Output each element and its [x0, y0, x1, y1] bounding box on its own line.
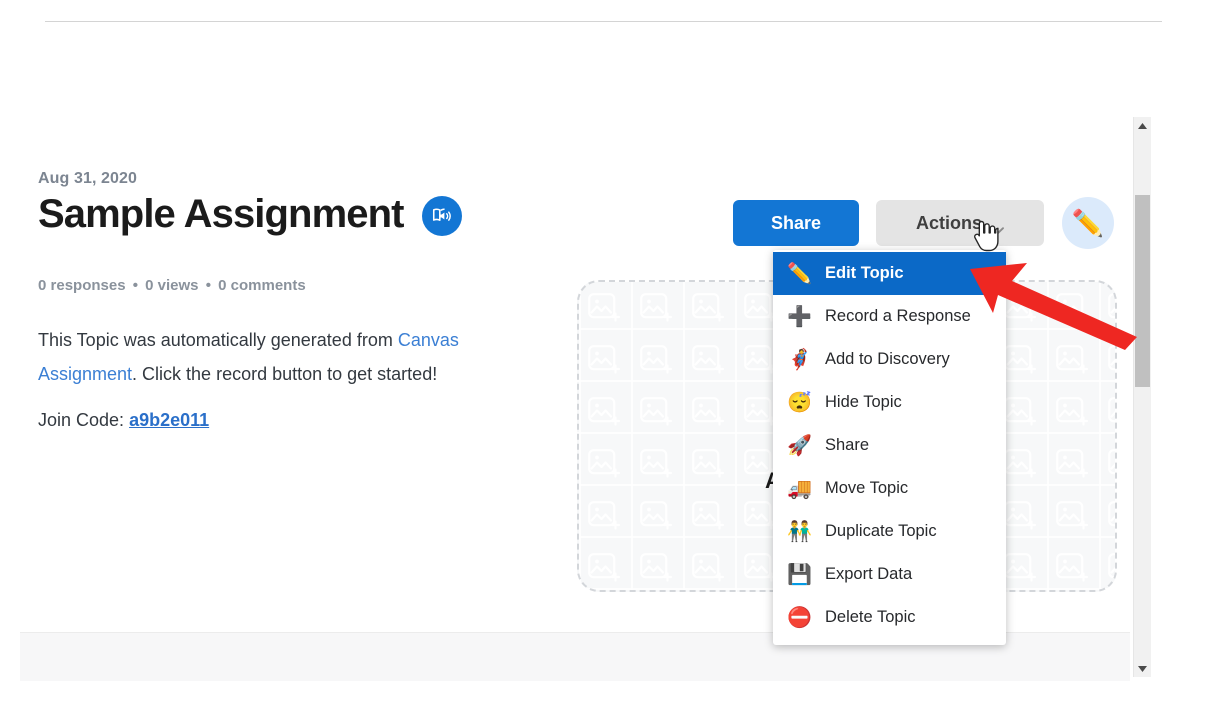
add-image-icon: [631, 542, 683, 590]
add-image-icon: [683, 542, 735, 590]
pencil-icon: ✏️: [787, 262, 812, 285]
plus-circle-icon: ➕: [787, 305, 812, 328]
menu-item-label: Share: [825, 436, 870, 454]
floppy-disk-icon: 💾: [787, 563, 812, 586]
scroll-down-arrow-icon[interactable]: [1134, 660, 1151, 677]
add-image-icon: [1099, 542, 1115, 590]
edit-fab-button[interactable]: ✏️: [1062, 197, 1114, 249]
menu-item-edit-topic[interactable]: ✏️ Edit Topic: [773, 252, 1006, 295]
add-image-icon: [631, 438, 683, 490]
add-image-icon: [1099, 438, 1115, 490]
description-text-before: This Topic was automatically generated f…: [38, 330, 398, 350]
no-entry-icon: ⛔: [787, 606, 812, 629]
add-image-icon: [683, 386, 735, 438]
menu-item-add-to-discovery[interactable]: 🦸 Add to Discovery: [773, 338, 1006, 381]
add-image-icon: [1047, 334, 1099, 386]
menu-item-delete-topic[interactable]: ⛔ Delete Topic: [773, 596, 1006, 639]
pencil-icon: ✏️: [1071, 208, 1105, 238]
add-image-icon: [579, 542, 631, 590]
add-image-icon: [579, 282, 631, 334]
add-image-icon: [683, 334, 735, 386]
title-row: Sample Assignment: [38, 192, 462, 236]
stat-views: 0 views: [145, 277, 199, 294]
menu-item-duplicate-topic[interactable]: 👬 Duplicate Topic: [773, 510, 1006, 553]
actions-dropdown-menu[interactable]: ✏️ Edit Topic ➕ Record a Response 🦸 Add …: [773, 250, 1006, 645]
menu-item-record-a-response[interactable]: ➕ Record a Response: [773, 295, 1006, 338]
add-image-icon: [1099, 490, 1115, 542]
menu-item-label: Delete Topic: [825, 608, 916, 626]
vertical-scrollbar[interactable]: [1133, 117, 1151, 677]
two-people-icon: 👬: [787, 520, 812, 543]
topic-description: This Topic was automatically generated f…: [38, 323, 518, 391]
add-image-icon: [1047, 542, 1099, 590]
add-image-icon: [579, 490, 631, 542]
superhero-icon: 🦸: [787, 348, 812, 371]
menu-item-label: Move Topic: [825, 479, 909, 497]
add-image-icon: [1047, 386, 1099, 438]
menu-item-export-data[interactable]: 💾 Export Data: [773, 553, 1006, 596]
add-image-icon: [683, 282, 735, 334]
add-image-icon: [1099, 282, 1115, 334]
menu-item-label: Export Data: [825, 565, 913, 583]
actions-button[interactable]: Actions: [876, 200, 1044, 246]
scroll-up-arrow-icon[interactable]: [1134, 117, 1151, 134]
topic-stats: 0 responses • 0 views • 0 comments: [38, 277, 306, 294]
add-image-icon: [1047, 490, 1099, 542]
truck-icon: 🚚: [787, 477, 812, 500]
add-image-icon: [1099, 386, 1115, 438]
add-image-icon: [631, 334, 683, 386]
top-divider: [45, 21, 1162, 22]
add-image-icon: [683, 490, 735, 542]
add-image-icon: [579, 334, 631, 386]
stat-separator: •: [132, 277, 138, 294]
share-button[interactable]: Share: [733, 200, 859, 246]
add-image-icon: [1047, 438, 1099, 490]
menu-item-share[interactable]: 🚀 Share: [773, 424, 1006, 467]
rocket-icon: 🚀: [787, 434, 812, 457]
menu-item-label: Edit Topic: [825, 264, 904, 282]
chevron-down-icon: [991, 219, 1004, 235]
actions-button-label: Actions: [915, 212, 982, 233]
add-image-icon: [683, 438, 735, 490]
add-image-icon: [1099, 334, 1115, 386]
stat-responses: 0 responses: [38, 277, 126, 294]
add-image-icon: [631, 386, 683, 438]
topic-date: Aug 31, 2020: [38, 170, 138, 187]
add-image-icon: [1047, 282, 1099, 334]
menu-item-label: Duplicate Topic: [825, 522, 937, 540]
add-image-icon: [579, 386, 631, 438]
stat-separator: •: [205, 277, 211, 294]
join-code-value[interactable]: a9b2e011: [129, 410, 209, 430]
add-image-icon: [631, 490, 683, 542]
join-code-row: Join Code: a9b2e011: [38, 410, 209, 431]
menu-item-label: Record a Response: [825, 307, 971, 325]
add-image-icon: [631, 282, 683, 334]
menu-item-label: Add to Discovery: [825, 350, 950, 368]
menu-item-label: Hide Topic: [825, 393, 902, 411]
book-audio-icon[interactable]: [421, 196, 462, 236]
menu-item-move-topic[interactable]: 🚚 Move Topic: [773, 467, 1006, 510]
page-title: Sample Assignment: [38, 192, 404, 236]
description-text-after: . Click the record button to get started…: [132, 364, 438, 384]
menu-item-hide-topic[interactable]: 😴 Hide Topic: [773, 381, 1006, 424]
stat-comments: 0 comments: [218, 277, 306, 294]
sleeping-face-icon: 😴: [787, 391, 812, 414]
add-image-icon: [579, 438, 631, 490]
join-code-label: Join Code:: [38, 410, 130, 430]
scroll-thumb[interactable]: [1135, 195, 1150, 387]
